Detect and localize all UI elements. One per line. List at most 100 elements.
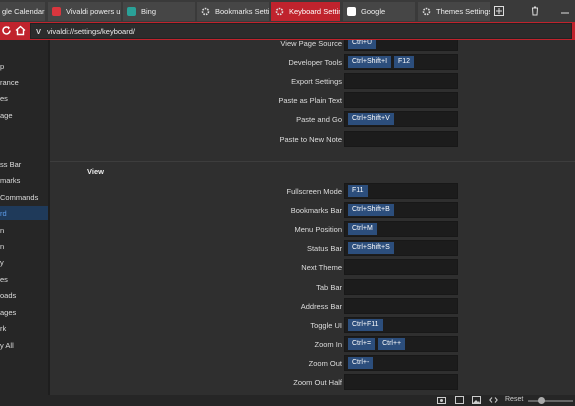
- shortcut-input[interactable]: Ctrl+Shift+V: [344, 111, 458, 128]
- shortcut-input[interactable]: [344, 374, 458, 390]
- key-chip[interactable]: Ctrl+F11: [348, 318, 383, 331]
- tab-label: Bing: [141, 7, 157, 16]
- key-chip[interactable]: Ctrl+Shift+B: [348, 204, 394, 217]
- shortcut-input[interactable]: Ctrl+F11: [344, 316, 458, 333]
- shortcut-row: Paste as Plain Text: [50, 92, 575, 110]
- sidebar-item[interactable]: ages: [0, 305, 48, 319]
- shortcut-label: Menu Position: [294, 225, 342, 235]
- shortcut-row: Paste to New Note: [50, 130, 575, 149]
- sidebar-item[interactable]: ss Bar: [0, 157, 48, 171]
- tab-6[interactable]: Google: [343, 2, 415, 21]
- shortcut-input[interactable]: [344, 278, 458, 295]
- shortcut-row: Status Bar Ctrl+Shift+S: [50, 240, 575, 258]
- section-divider: [50, 161, 575, 162]
- key-chip[interactable]: Ctrl+U: [348, 40, 377, 49]
- tab-3[interactable]: Bing: [123, 2, 195, 21]
- home-button[interactable]: [14, 24, 27, 37]
- shortcut-row: Address Bar: [50, 297, 575, 316]
- shortcut-row: Tab Bar: [50, 278, 575, 297]
- tab-label: Google: [361, 7, 386, 16]
- shortcut-input[interactable]: Ctrl+Shift+B: [344, 202, 458, 219]
- shortcut-row: Fullscreen Mode F11: [50, 183, 575, 201]
- shortcut-input[interactable]: [344, 259, 458, 276]
- key-chip[interactable]: Ctrl+Shift+S: [348, 242, 394, 255]
- shortcut-input[interactable]: Ctrl+Shift+S: [344, 240, 458, 257]
- shortcut-label: Export Settings: [291, 77, 342, 87]
- address-bar: V vivaldi://settings/keyboard/: [0, 22, 575, 40]
- tab-bar: gle Calendar Vivaldi powers up t Bing Bookm…: [0, 0, 575, 22]
- key-chip[interactable]: Ctrl++: [378, 337, 406, 350]
- shortcut-input[interactable]: [344, 130, 458, 147]
- tab-label: gle Calendar: [2, 7, 45, 16]
- window-icon[interactable]: [455, 396, 464, 405]
- zoom-slider[interactable]: [528, 400, 573, 402]
- zoom-slider-handle[interactable]: [538, 397, 545, 404]
- minimize-button[interactable]: [560, 4, 570, 18]
- key-chip[interactable]: F11: [348, 185, 368, 197]
- sidebar-item[interactable]: p: [0, 59, 48, 73]
- sidebar-item[interactable]: rk: [0, 321, 48, 335]
- plus-icon: [494, 6, 504, 16]
- sidebar-item[interactable]: oads: [0, 288, 48, 302]
- key-chip[interactable]: F12: [394, 56, 415, 69]
- tab-label: Vivaldi powers up t: [66, 7, 121, 16]
- tab-4[interactable]: Bookmarks Setting: [197, 2, 269, 21]
- shortcut-row: Export Settings: [50, 73, 575, 91]
- key-chip[interactable]: Ctrl+M: [348, 223, 377, 236]
- shortcut-input[interactable]: [344, 297, 458, 314]
- url-field[interactable]: V vivaldi://settings/keyboard/: [30, 23, 572, 39]
- minimize-icon: [561, 12, 569, 14]
- sidebar-item[interactable]: Commands: [0, 190, 48, 204]
- sidebar-item[interactable]: rd: [0, 206, 48, 220]
- sidebar-item[interactable]: n: [0, 239, 48, 253]
- url-text: vivaldi://settings/keyboard/: [47, 26, 135, 36]
- shortcut-input[interactable]: Ctrl+U: [344, 40, 458, 51]
- shortcut-label: Developer Tools: [288, 58, 342, 68]
- key-chip[interactable]: Ctrl+Shift+V: [348, 113, 394, 126]
- gear-icon: [201, 7, 210, 16]
- tab-2[interactable]: Vivaldi powers up t: [48, 2, 121, 21]
- reset-zoom-button[interactable]: Reset: [505, 396, 523, 403]
- shortcut-row: Bookmarks Bar Ctrl+Shift+B: [50, 202, 575, 220]
- sidebar-item[interactable]: y All: [0, 338, 48, 352]
- shortcut-input[interactable]: F11: [344, 183, 458, 199]
- sidebar-item[interactable]: age: [0, 108, 48, 122]
- tab-7[interactable]: Themes Settings: [418, 2, 490, 21]
- image-icon[interactable]: [472, 396, 481, 405]
- key-chip[interactable]: Ctrl+=: [348, 337, 376, 350]
- gear-icon: [275, 7, 284, 16]
- shortcut-input[interactable]: Ctrl+-: [344, 354, 458, 371]
- shortcut-label: Tab Bar: [316, 282, 342, 292]
- status-bar: Reset: [0, 395, 575, 406]
- shortcut-input[interactable]: [344, 73, 458, 90]
- shortcut-label: Paste as Plain Text: [278, 96, 342, 106]
- shortcut-input[interactable]: Ctrl+= Ctrl++: [344, 335, 458, 352]
- shortcut-label: Address Bar: [300, 301, 342, 311]
- shortcut-label: Paste and Go: [296, 115, 342, 125]
- sidebar-item[interactable]: y: [0, 255, 48, 269]
- shortcut-input[interactable]: [344, 92, 458, 109]
- shortcut-row: Toggle UI Ctrl+F11: [50, 316, 575, 335]
- new-tab-button[interactable]: [493, 4, 505, 18]
- reload-button[interactable]: [0, 24, 13, 37]
- shortcut-label: Zoom Out: [308, 358, 342, 368]
- tab-5[interactable]: Keyboard Settings: [271, 2, 340, 21]
- sidebar-item[interactable]: es: [0, 272, 48, 286]
- shortcut-row: Next Theme: [50, 259, 575, 277]
- tab-label: Themes Settings: [436, 7, 490, 16]
- shortcut-row: Developer Tools Ctrl+Shift+I F12: [50, 54, 575, 72]
- trash-button[interactable]: [530, 4, 540, 18]
- shortcut-input[interactable]: Ctrl+Shift+I F12: [344, 54, 458, 71]
- shortcut-label: Bookmarks Bar: [290, 206, 342, 216]
- tab-1[interactable]: gle Calendar: [0, 2, 45, 21]
- shortcut-input[interactable]: Ctrl+M: [344, 221, 458, 238]
- sidebar-item[interactable]: marks: [0, 173, 48, 187]
- sidebar-item[interactable]: es: [0, 91, 48, 105]
- sidebar-item[interactable]: n: [0, 223, 48, 237]
- key-chip[interactable]: Ctrl+-: [348, 356, 374, 369]
- site-favicon-icon: [127, 7, 136, 16]
- code-icon[interactable]: [489, 396, 498, 405]
- camera-icon[interactable]: [437, 396, 446, 405]
- sidebar-item[interactable]: rance: [0, 75, 48, 89]
- key-chip[interactable]: Ctrl+Shift+I: [348, 56, 392, 69]
